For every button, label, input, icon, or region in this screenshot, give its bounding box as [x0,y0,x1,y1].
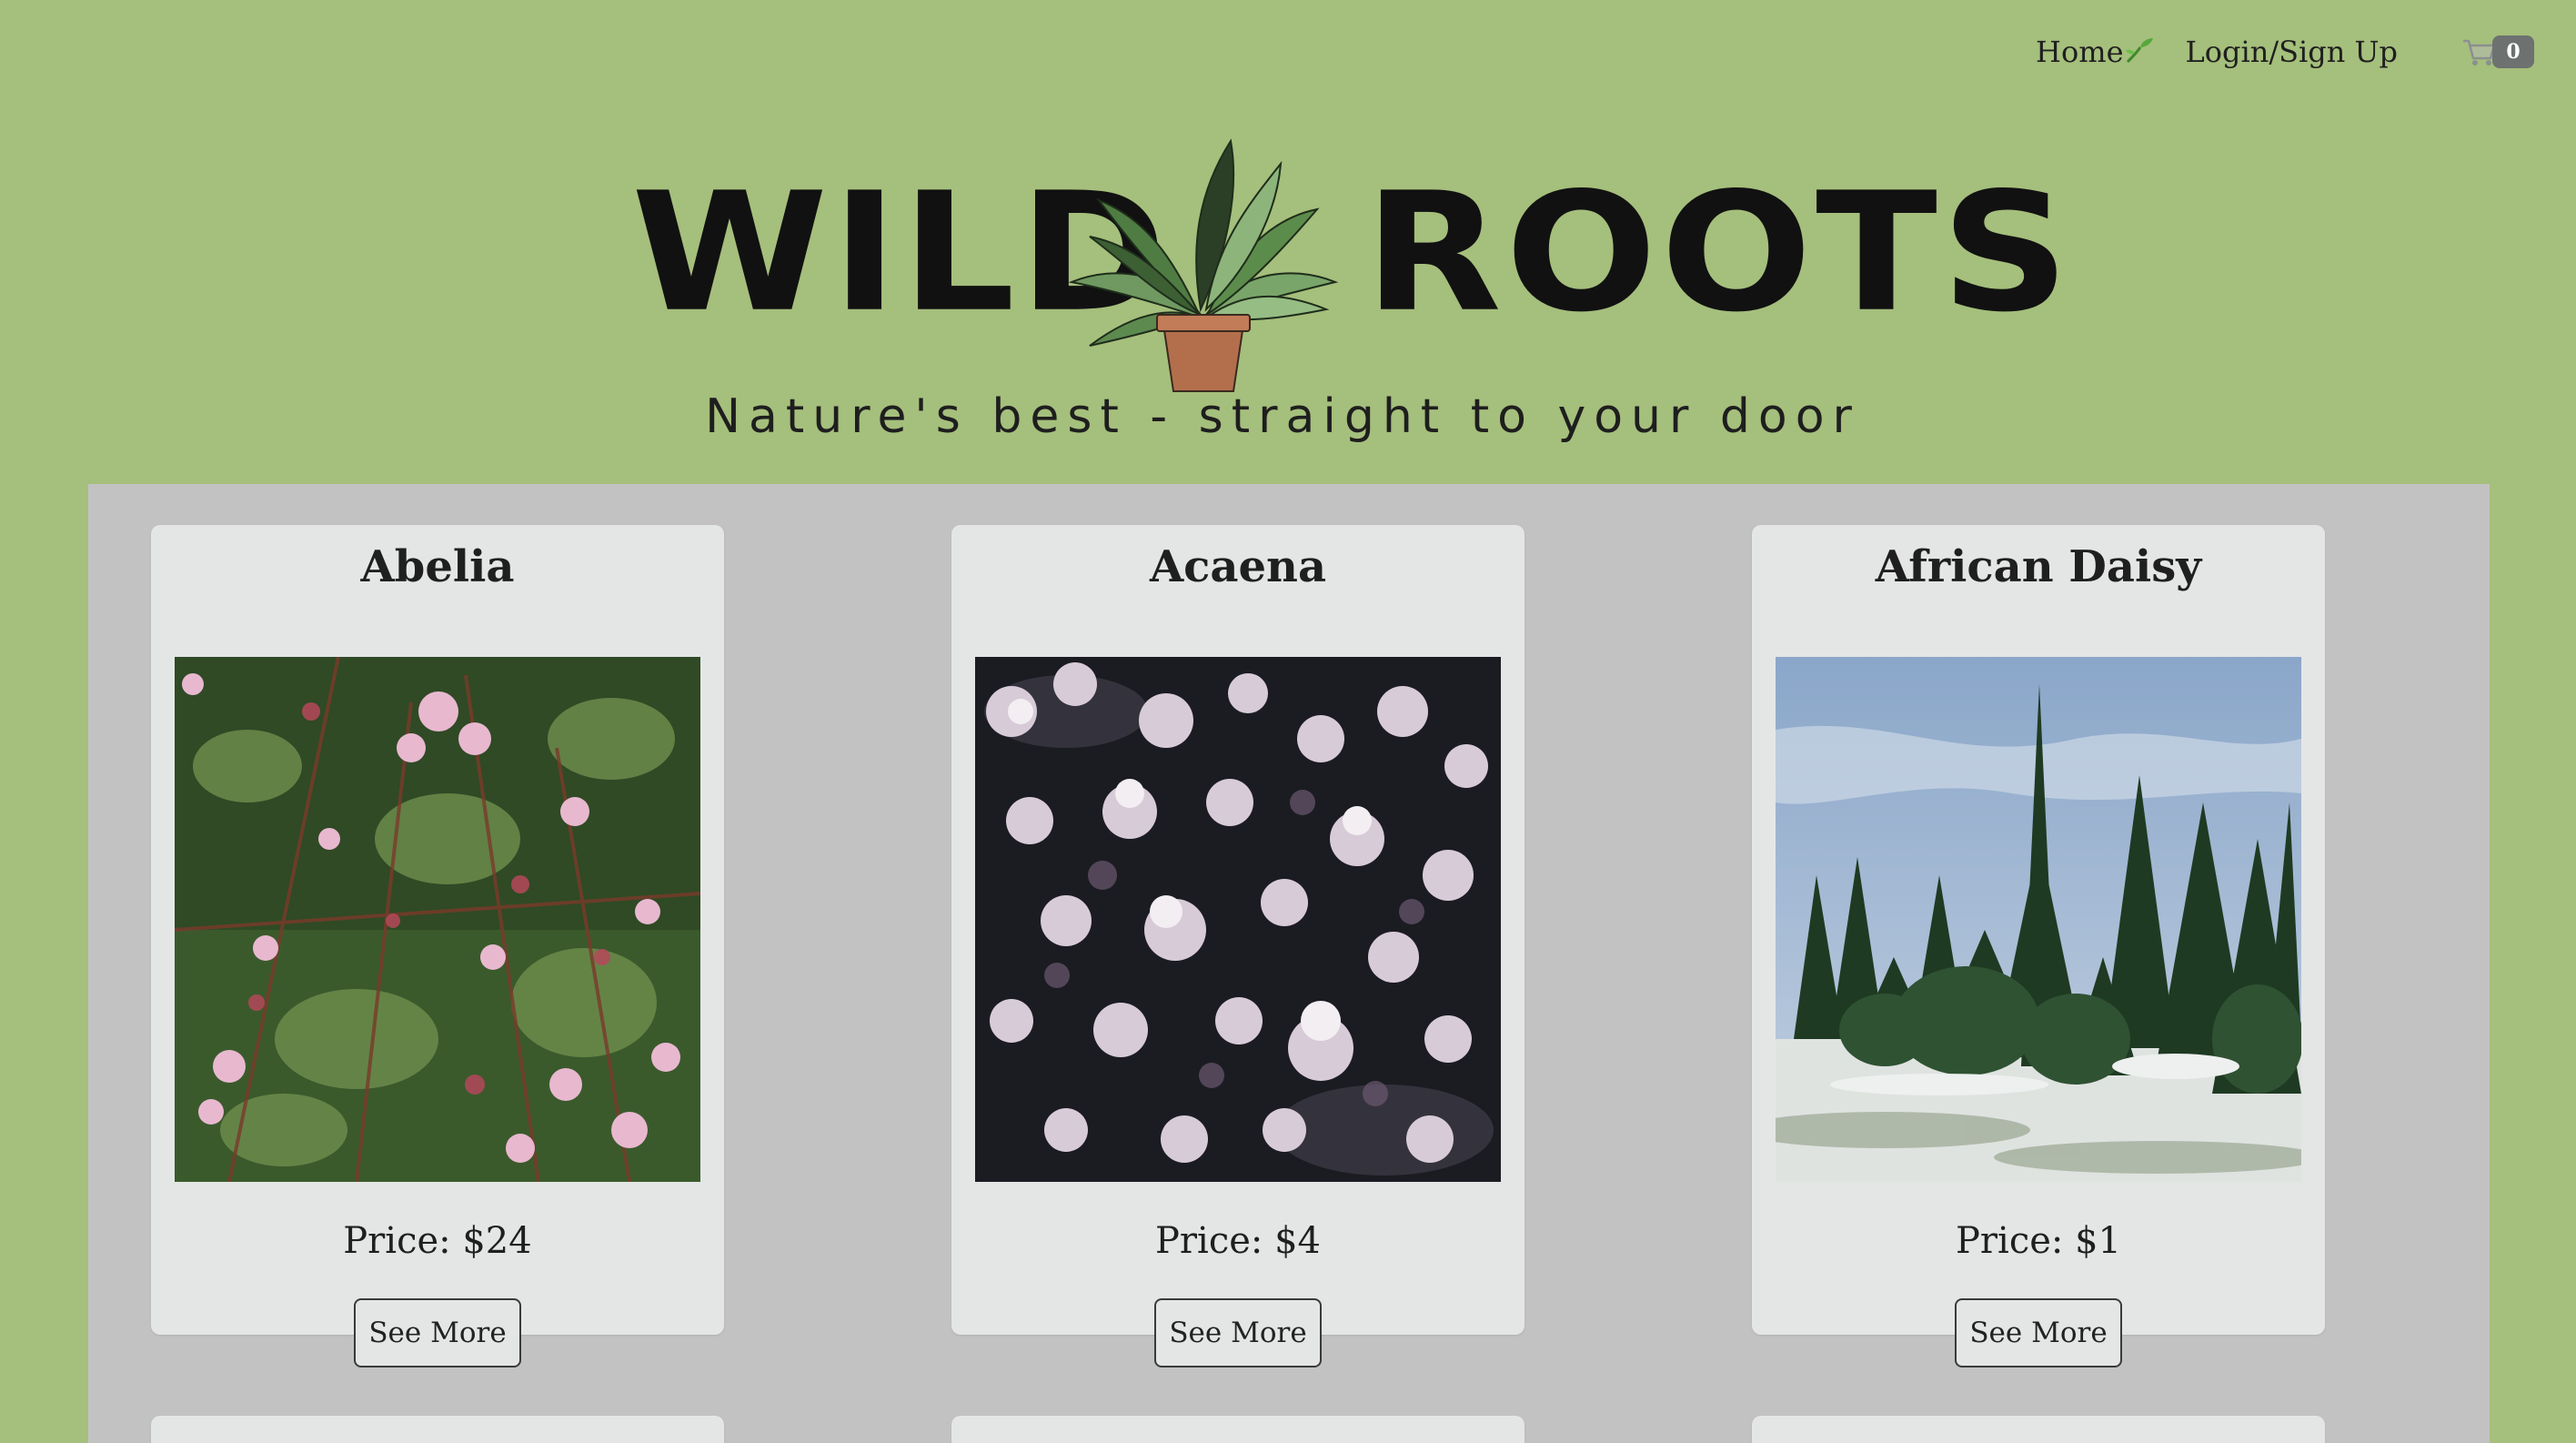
nav-login-link[interactable]: Login/Sign Up [2186,35,2399,69]
product-price: Price: $1 [1956,1220,2121,1262]
product-image-african-daisy [1776,657,2301,1182]
product-image-abelia [175,657,700,1182]
top-nav: Home Login/Sign Up 0 [2036,35,2534,69]
potted-plant-logo-icon [1068,138,1339,392]
product-name: African Daisy [1875,541,2202,592]
product-card-partial [1752,1416,2325,1443]
product-card-acaena: Acaena Price: $4 See More [951,525,1524,1367]
sprout-icon [2125,38,2153,64]
product-card-african-daisy: African Daisy Price: $1 See More [1752,525,2325,1367]
product-card-abelia: Abelia Price: $24 See More [151,525,724,1367]
cart-count-badge: 0 [2492,35,2534,68]
see-more-button[interactable]: See More [354,1298,521,1367]
brand-logo: WILD ROOTS [0,136,2576,392]
product-name: Acaena [1149,541,1327,592]
product-card-partial [951,1416,1524,1443]
product-card-partial [151,1416,724,1443]
nav-home-label: Home [2036,35,2124,69]
see-more-button[interactable]: See More [1955,1298,2122,1367]
see-more-button[interactable]: See More [1154,1298,1322,1367]
tagline-text: Nature's best - straight to your door [705,389,1860,444]
product-price: Price: $4 [1155,1220,1321,1262]
product-image-acaena [975,657,1501,1182]
product-name: Abelia [360,541,515,592]
cart-button[interactable]: 0 [2461,35,2534,68]
product-grid: Abelia Price: $24 See More Acaena Price:… [88,484,2490,1443]
tagline: Nature's best - straight to your door [0,389,2576,444]
product-price: Price: $24 [343,1220,532,1262]
nav-home-link[interactable]: Home [2036,35,2154,69]
logo-word-roots: ROOTS [1364,157,2074,349]
